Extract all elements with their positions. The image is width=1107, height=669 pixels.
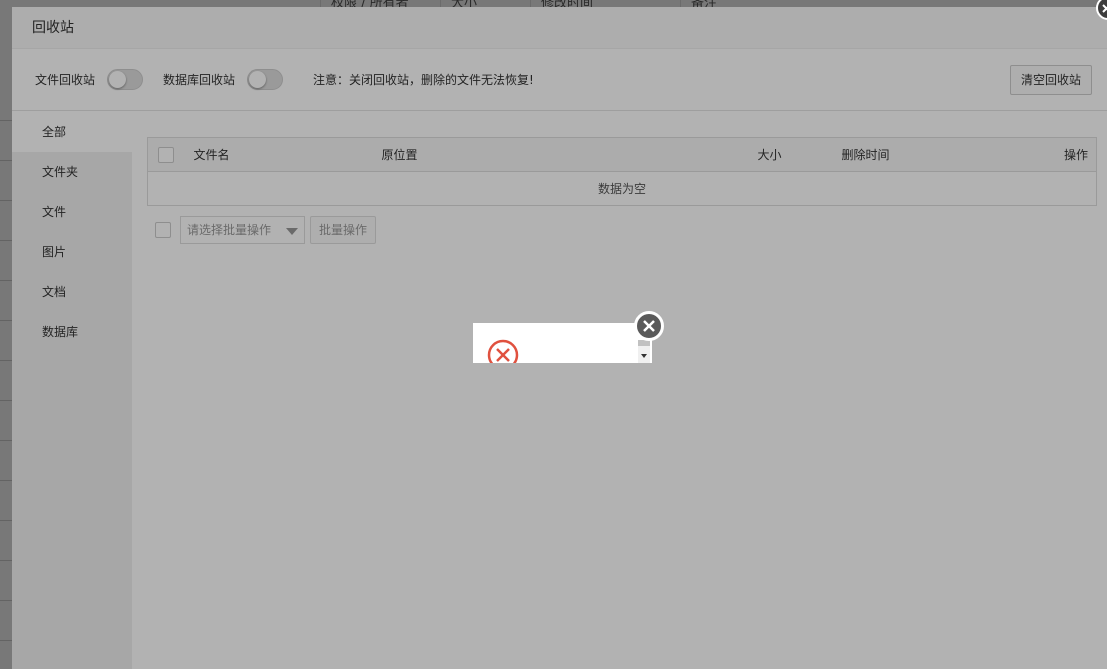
error-popup <box>473 323 652 363</box>
close-icon <box>1102 4 1107 13</box>
close-icon <box>643 320 655 332</box>
popup-scrollbar[interactable] <box>638 340 650 363</box>
scroll-down-arrow-icon[interactable] <box>641 354 647 358</box>
popup-close-button[interactable] <box>634 311 664 341</box>
error-circle-x-icon <box>487 339 519 363</box>
dialog-close-button[interactable] <box>1096 0 1107 20</box>
